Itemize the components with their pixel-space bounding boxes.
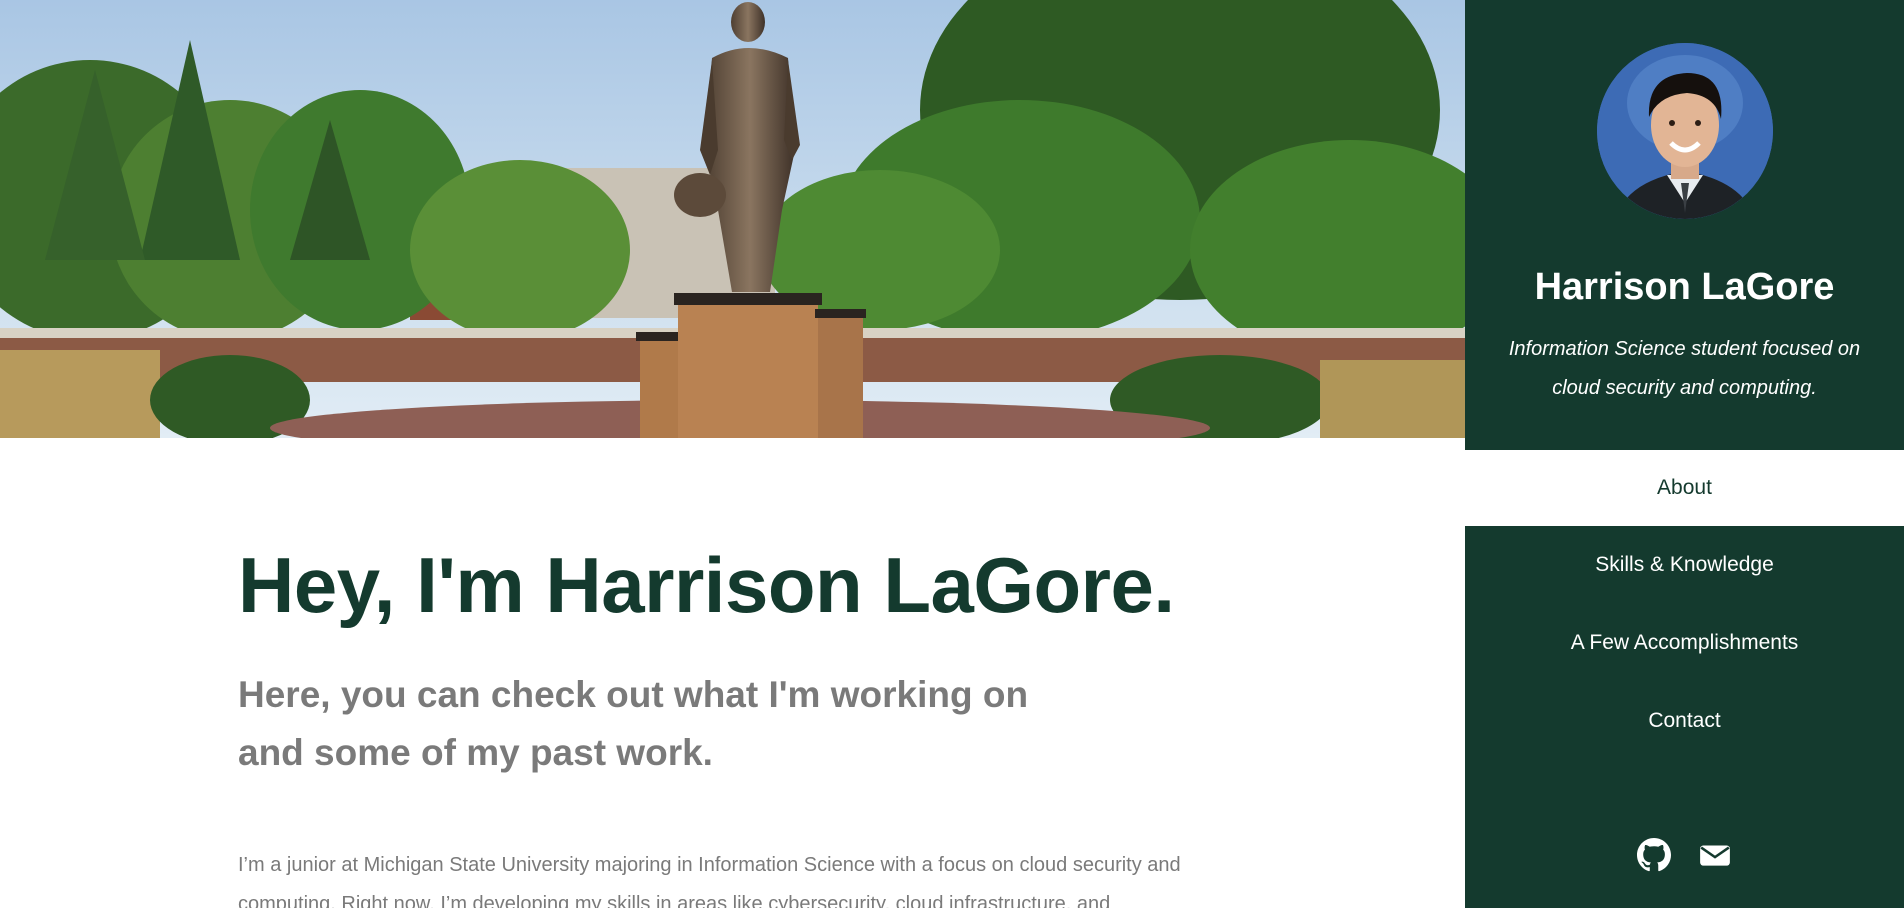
- sidebar-name: Harrison LaGore: [1534, 266, 1835, 308]
- main-content: Hey, I'm Harrison LaGore. Here, you can …: [238, 438, 1238, 908]
- avatar: [1597, 43, 1773, 219]
- page-headline: Hey, I'm Harrison LaGore.: [238, 541, 1175, 629]
- intro-paragraph: I’m a junior at Michigan State Universit…: [238, 854, 1181, 908]
- profile-photo: [1597, 43, 1773, 219]
- sidebar-tagline: Information Science student focused on c…: [1508, 338, 1861, 399]
- page-subheading: Here, you can check out what I'm working…: [238, 674, 1029, 773]
- envelope-icon[interactable]: [1698, 838, 1732, 872]
- social-links: [1465, 838, 1904, 872]
- sidebar: Harrison LaGore Information Science stud…: [1465, 0, 1904, 908]
- nav-item-accomplishments[interactable]: A Few Accomplishments: [1465, 604, 1904, 682]
- nav-item-contact[interactable]: Contact: [1465, 682, 1904, 760]
- campus-statue-photo: [0, 0, 1465, 438]
- sidebar-nav: About Skills & Knowledge A Few Accomplis…: [1465, 450, 1904, 760]
- nav-item-skills[interactable]: Skills & Knowledge: [1465, 526, 1904, 604]
- github-icon[interactable]: [1637, 838, 1672, 872]
- nav-item-about[interactable]: About: [1465, 450, 1904, 526]
- hero-image: [0, 0, 1465, 438]
